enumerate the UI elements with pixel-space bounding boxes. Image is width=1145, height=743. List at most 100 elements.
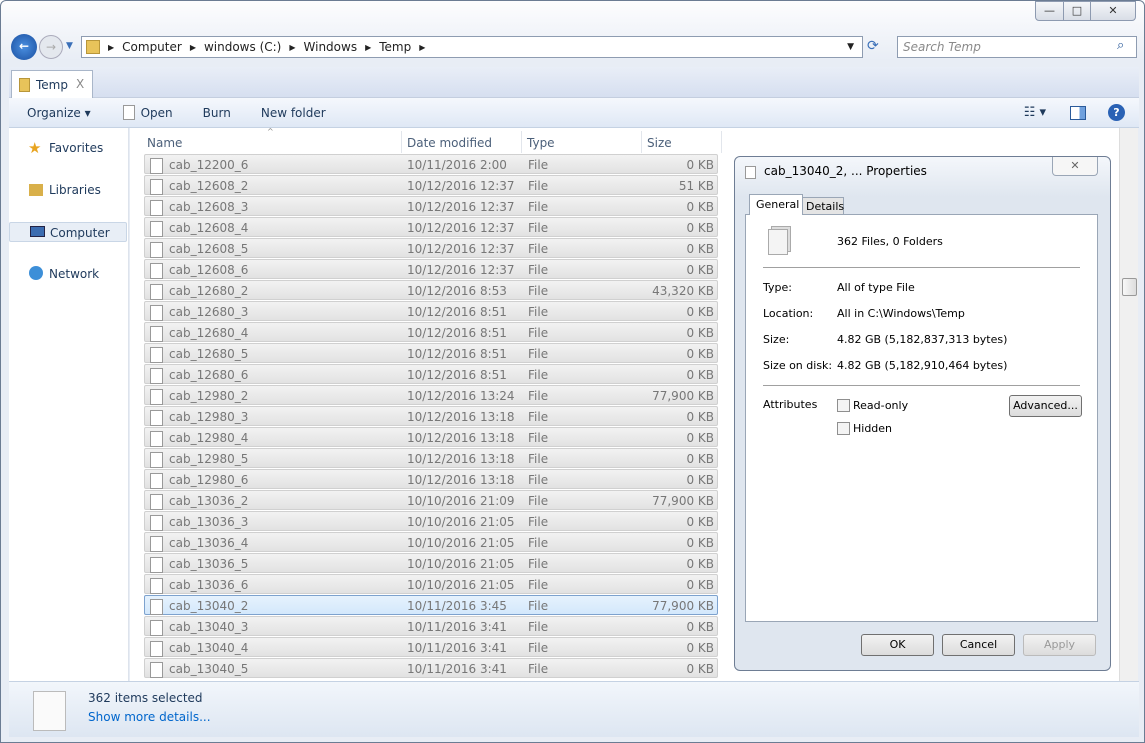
cell-size: 0 KB	[686, 473, 714, 487]
file-icon	[150, 389, 163, 405]
read-only-checkbox[interactable]	[837, 399, 850, 412]
computer-icon	[30, 226, 45, 237]
cell-size: 0 KB	[686, 221, 714, 235]
open-button[interactable]: Open	[141, 106, 173, 120]
type-value: All of type File	[837, 281, 915, 294]
file-icon	[150, 431, 163, 447]
table-row[interactable]: cab_13036_2 10/10/2016 21:09 File 77,900 KB	[144, 490, 718, 510]
read-only-label[interactable]: Read-only	[853, 399, 908, 412]
navigation-pane: ★ Favorites Libraries Computer Network	[9, 128, 129, 681]
refresh-icon[interactable]: ⟳	[867, 38, 879, 54]
file-icon	[150, 221, 163, 237]
explorer-window: — □ ✕ ← → ▼ ▶ Computer ▶ windows (C:) ▶ Wi…	[0, 0, 1145, 743]
advanced-button[interactable]: Advanced...	[1009, 395, 1082, 417]
command-bar: Organize ▾ Open Burn New folder ☷ ▾ ?	[9, 98, 1139, 128]
dialog-close-button[interactable]: ✕	[1052, 157, 1098, 176]
cell-date: 10/12/2016 13:18	[407, 410, 515, 424]
recent-pages-dropdown[interactable]: ▼	[66, 41, 73, 51]
cell-size: 43,320 KB	[652, 284, 714, 298]
table-row[interactable]: cab_12608_4 10/12/2016 12:37 File 0 KB	[144, 217, 718, 237]
table-row[interactable]: cab_12980_5 10/12/2016 13:18 File 0 KB	[144, 448, 718, 468]
address-dropdown-icon[interactable]: ▼	[847, 42, 854, 52]
sort-arrow-icon: ^	[267, 128, 274, 136]
location-label: Location:	[763, 307, 814, 320]
table-row[interactable]: cab_12680_5 10/12/2016 8:51 File 0 KB	[144, 343, 718, 363]
table-row[interactable]: cab_12680_6 10/12/2016 8:51 File 0 KB	[144, 364, 718, 384]
details-pane: 362 items selected Show more details...	[9, 681, 1139, 737]
vertical-scrollbar[interactable]	[1119, 128, 1138, 681]
table-row[interactable]: cab_12980_3 10/12/2016 13:18 File 0 KB	[144, 406, 718, 426]
back-button[interactable]: ←	[11, 34, 37, 60]
table-row[interactable]: cab_13040_4 10/11/2016 3:41 File 0 KB	[144, 637, 718, 657]
dialog-title: cab_13040_2, ... Properties	[764, 164, 927, 178]
cell-date: 10/12/2016 8:53	[407, 284, 507, 298]
show-more-details-link[interactable]: Show more details...	[88, 710, 211, 724]
nav-favorites[interactable]: ★ Favorites	[9, 138, 127, 158]
new-folder-button[interactable]: New folder	[261, 106, 326, 120]
column-size[interactable]: Size	[642, 131, 722, 153]
table-row[interactable]: cab_13036_5 10/10/2016 21:05 File 0 KB	[144, 553, 718, 573]
nav-libraries[interactable]: Libraries	[9, 180, 127, 200]
cell-name: cab_13036_6	[169, 578, 249, 592]
tab-general[interactable]: General	[749, 194, 803, 215]
table-row[interactable]: cab_12680_2 10/12/2016 8:53 File 43,320 KB	[144, 280, 718, 300]
table-row[interactable]: cab_12980_6 10/12/2016 13:18 File 0 KB	[144, 469, 718, 489]
table-row[interactable]: cab_12980_4 10/12/2016 13:18 File 0 KB	[144, 427, 718, 447]
scrollbar-thumb[interactable]	[1122, 278, 1137, 296]
cell-size: 0 KB	[686, 515, 714, 529]
file-icon	[150, 662, 163, 678]
view-options-icon[interactable]: ☷ ▾	[1024, 105, 1046, 120]
cell-name: cab_13036_4	[169, 536, 249, 550]
table-row[interactable]: cab_13040_2 10/11/2016 3:45 File 77,900 KB	[144, 595, 718, 615]
cell-name: cab_13040_4	[169, 641, 249, 655]
column-date[interactable]: Date modified	[402, 131, 522, 153]
search-input[interactable]: Search Temp	[897, 36, 1137, 58]
close-button[interactable]: ✕	[1090, 1, 1136, 21]
breadcrumb-computer[interactable]: Computer	[122, 40, 182, 54]
table-row[interactable]: cab_12680_4 10/12/2016 8:51 File 0 KB	[144, 322, 718, 342]
help-icon[interactable]: ?	[1108, 104, 1125, 121]
hidden-checkbox[interactable]	[837, 422, 850, 435]
organize-button[interactable]: Organize ▾	[27, 106, 91, 120]
ok-button[interactable]: OK	[861, 634, 934, 656]
search-icon[interactable]: ⌕	[1117, 38, 1124, 53]
table-row[interactable]: cab_12980_2 10/12/2016 13:24 File 77,900 KB	[144, 385, 718, 405]
tab-close-icon[interactable]: X	[76, 77, 84, 91]
attributes-label: Attributes	[763, 398, 818, 411]
table-row[interactable]: cab_12608_6 10/12/2016 12:37 File 0 KB	[144, 259, 718, 279]
table-row[interactable]: cab_12608_3 10/12/2016 12:37 File 0 KB	[144, 196, 718, 216]
cancel-button[interactable]: Cancel	[942, 634, 1015, 656]
tab-temp[interactable]: Temp X	[11, 70, 93, 99]
table-row[interactable]: cab_12680_3 10/12/2016 8:51 File 0 KB	[144, 301, 718, 321]
table-row[interactable]: cab_12608_5 10/12/2016 12:37 File 0 KB	[144, 238, 718, 258]
column-type[interactable]: Type	[522, 131, 642, 153]
table-row[interactable]: cab_13036_6 10/10/2016 21:05 File 0 KB	[144, 574, 718, 594]
tab-label: Temp	[36, 78, 68, 92]
cell-date: 10/11/2016 3:41	[407, 620, 507, 634]
table-row[interactable]: cab_13036_4 10/10/2016 21:05 File 0 KB	[144, 532, 718, 552]
address-bar[interactable]: ▶ Computer ▶ windows (C:) ▶ Windows ▶ Temp ▶…	[81, 36, 863, 58]
hidden-label[interactable]: Hidden	[853, 422, 892, 435]
preview-pane-icon[interactable]	[1070, 105, 1086, 120]
burn-button[interactable]: Burn	[203, 106, 231, 120]
breadcrumb-windows[interactable]: Windows	[304, 40, 358, 54]
table-row[interactable]: cab_13040_3 10/11/2016 3:41 File 0 KB	[144, 616, 718, 636]
maximize-button[interactable]: □	[1063, 1, 1091, 21]
cell-date: 10/12/2016 8:51	[407, 368, 507, 382]
forward-button[interactable]: →	[39, 35, 63, 59]
nav-computer[interactable]: Computer	[9, 222, 127, 242]
table-row[interactable]: cab_13040_5 10/11/2016 3:41 File 0 KB	[144, 658, 718, 678]
table-row[interactable]: cab_13036_3 10/10/2016 21:05 File 0 KB	[144, 511, 718, 531]
breadcrumb-drive[interactable]: windows (C:)	[204, 40, 281, 54]
apply-button[interactable]: Apply	[1023, 634, 1096, 656]
breadcrumb-temp[interactable]: Temp	[379, 40, 411, 54]
file-icon	[150, 536, 163, 552]
cell-type: File	[528, 662, 549, 676]
tab-details[interactable]: Details	[802, 197, 844, 215]
table-row[interactable]: cab_12200_6 10/11/2016 2:00 File 0 KB	[144, 154, 718, 174]
cell-size: 77,900 KB	[652, 599, 714, 613]
nav-network[interactable]: Network	[9, 264, 127, 284]
table-row[interactable]: cab_12608_2 10/12/2016 12:37 File 51 KB	[144, 175, 718, 195]
cell-type: File	[528, 158, 549, 172]
minimize-button[interactable]: —	[1035, 1, 1064, 21]
